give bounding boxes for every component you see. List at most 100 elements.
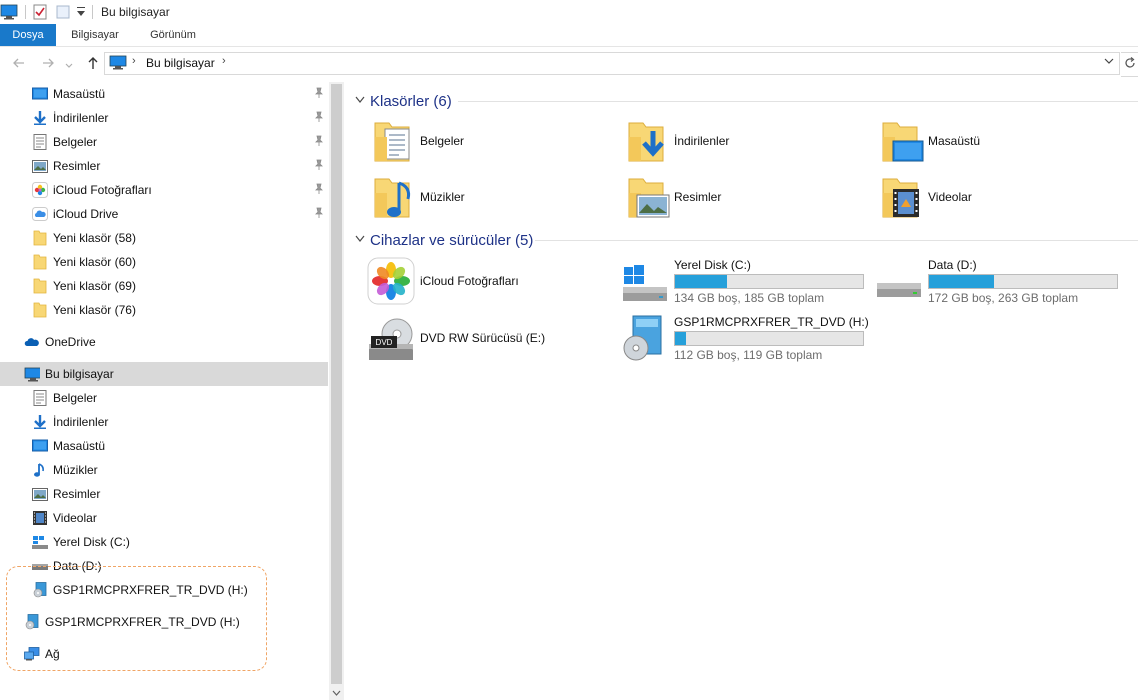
sidebar-item-desktop[interactable]: Masaüstü bbox=[0, 82, 328, 106]
pin-icon[interactable] bbox=[314, 111, 324, 123]
tile-label: DVD RW Sürücüsü (E:) bbox=[420, 331, 546, 345]
icloud-drive-icon bbox=[32, 206, 48, 222]
breadcrumb-this-pc[interactable]: Bu bilgisayar bbox=[146, 56, 215, 70]
sidebar-item-new-folder-76[interactable]: Yeni klasör (76) bbox=[0, 298, 328, 322]
tab-computer[interactable]: Bilgisayar bbox=[58, 24, 132, 46]
folder-tile-videos[interactable]: Videolar bbox=[879, 173, 1109, 223]
breadcrumb-chevron-icon[interactable]: › bbox=[132, 55, 136, 67]
sidebar-item-documents[interactable]: Belgeler bbox=[0, 130, 328, 154]
pictures-icon bbox=[32, 486, 48, 502]
sidebar-item-icloud-photos[interactable]: iCloud Fotoğrafları bbox=[0, 178, 328, 202]
refresh-icon bbox=[1124, 57, 1135, 68]
sidebar-item-pc-desktop[interactable]: Masaüstü bbox=[0, 434, 328, 458]
sidebar-item-pc-pictures[interactable]: Resimler bbox=[0, 482, 328, 506]
pin-icon[interactable] bbox=[314, 87, 324, 99]
drive-space-text: 172 GB boş, 263 GB toplam bbox=[928, 291, 1079, 305]
back-arrow-icon bbox=[13, 58, 24, 68]
windows-drive-icon bbox=[623, 265, 667, 301]
device-tile-dvd-rw-e[interactable]: DVD DVD RW Sürücüsü (E:) bbox=[367, 314, 607, 364]
sidebar-item-label: Resimler bbox=[53, 159, 101, 173]
sidebar-item-pc-documents[interactable]: Belgeler bbox=[0, 386, 328, 410]
desktop-icon bbox=[32, 86, 48, 102]
up-button[interactable] bbox=[85, 56, 101, 72]
sidebar-item-label: İndirilenler bbox=[53, 111, 109, 125]
sidebar-item-pc-downloads[interactable]: İndirilenler bbox=[0, 410, 328, 434]
scroll-down-icon[interactable] bbox=[330, 689, 343, 700]
tile-label: Resimler bbox=[674, 190, 722, 204]
drive-usage-bar bbox=[674, 331, 864, 346]
sidebar-item-local-disk-c[interactable]: Yerel Disk (C:) bbox=[0, 530, 328, 554]
collapse-chevron-icon[interactable] bbox=[355, 96, 365, 107]
device-tile-data-d[interactable]: Data (D:) 172 GB boş, 263 GB toplam bbox=[875, 257, 1135, 307]
folder-icon bbox=[32, 230, 48, 246]
sidebar-item-new-folder-60[interactable]: Yeni klasör (60) bbox=[0, 250, 328, 274]
device-tile-icloud-photos[interactable]: iCloud Fotoğrafları bbox=[367, 257, 597, 307]
drive-usage-fill bbox=[675, 332, 687, 345]
group-title: Klasörler (6) bbox=[370, 92, 452, 110]
sidebar-item-label: Yeni klasör (60) bbox=[53, 255, 136, 269]
pin-icon[interactable] bbox=[314, 135, 324, 147]
devices-group-header[interactable]: Cihazlar ve sürücüler (5) bbox=[355, 230, 533, 250]
customize-toolbar-icon[interactable] bbox=[76, 6, 86, 18]
downloads-folder-icon bbox=[628, 122, 664, 162]
forward-button[interactable] bbox=[40, 56, 56, 72]
breadcrumb-chevron-icon[interactable]: › bbox=[222, 55, 226, 67]
drive-space-text: 134 GB boş, 185 GB toplam bbox=[674, 291, 825, 305]
tile-label: Videolar bbox=[928, 190, 972, 204]
refresh-button[interactable] bbox=[1121, 52, 1138, 77]
address-bar[interactable]: › Bu bilgisayar › bbox=[104, 52, 1120, 75]
tile-label: Belgeler bbox=[420, 134, 465, 148]
properties-icon[interactable] bbox=[33, 4, 47, 20]
device-tile-local-disk-c[interactable]: Yerel Disk (C:) 134 GB boş, 185 GB topla… bbox=[621, 257, 871, 307]
folders-group-header[interactable]: Klasörler (6) bbox=[355, 91, 452, 111]
documents-icon bbox=[32, 390, 48, 406]
drive-icon bbox=[877, 283, 921, 297]
sidebar-item-label: Bu bilgisayar bbox=[45, 367, 114, 381]
folder-tile-downloads[interactable]: İndirilenler bbox=[625, 117, 855, 167]
pin-icon[interactable] bbox=[314, 183, 324, 195]
music-icon bbox=[32, 462, 48, 478]
pictures-icon bbox=[32, 158, 48, 174]
sidebar-item-label: Müzikler bbox=[53, 463, 98, 477]
sidebar-scroll-thumb[interactable] bbox=[331, 84, 342, 684]
tab-view[interactable]: Görünüm bbox=[138, 24, 208, 46]
recent-locations-button[interactable] bbox=[64, 58, 74, 74]
tile-label: Yerel Disk (C:) bbox=[674, 258, 751, 272]
tile-label: Data (D:) bbox=[928, 258, 977, 272]
sidebar-item-onedrive[interactable]: OneDrive bbox=[0, 330, 328, 354]
pin-icon[interactable] bbox=[314, 207, 324, 219]
sidebar-item-pc-music[interactable]: Müzikler bbox=[0, 458, 328, 482]
back-button[interactable] bbox=[11, 56, 27, 72]
drive-usage-fill bbox=[675, 275, 727, 288]
computer-icon bbox=[0, 4, 18, 20]
tab-file[interactable]: Dosya bbox=[0, 24, 56, 46]
sidebar-item-this-pc[interactable]: Bu bilgisayar bbox=[0, 362, 328, 386]
sidebar-item-label: OneDrive bbox=[45, 335, 96, 349]
sidebar-item-label: Yeni klasör (58) bbox=[53, 231, 136, 245]
folder-tile-documents[interactable]: Belgeler bbox=[371, 117, 601, 167]
sidebar-item-downloads[interactable]: İndirilenler bbox=[0, 106, 328, 130]
sidebar-item-new-folder-58[interactable]: Yeni klasör (58) bbox=[0, 226, 328, 250]
folder-tile-pictures[interactable]: Resimler bbox=[625, 173, 855, 223]
device-tile-dvd-h[interactable]: GSP1RMCPRXFRER_TR_DVD (H:) 112 GB boş, 1… bbox=[621, 314, 871, 364]
sidebar-item-new-folder-69[interactable]: Yeni klasör (69) bbox=[0, 274, 328, 298]
sidebar-item-pictures[interactable]: Resimler bbox=[0, 154, 328, 178]
music-folder-icon bbox=[374, 178, 411, 218]
folder-tile-music[interactable]: Müzikler bbox=[371, 173, 601, 223]
sidebar-item-icloud-drive[interactable]: iCloud Drive bbox=[0, 202, 328, 226]
new-folder-icon[interactable] bbox=[56, 4, 70, 20]
pin-icon[interactable] bbox=[314, 159, 324, 171]
download-icon bbox=[32, 414, 48, 430]
windows-drive-icon bbox=[32, 534, 48, 550]
address-dropdown-icon[interactable] bbox=[1103, 55, 1115, 70]
collapse-chevron-icon[interactable] bbox=[355, 235, 365, 246]
sidebar-item-pc-videos[interactable]: Videolar bbox=[0, 506, 328, 530]
sidebar-item-label: Masaüstü bbox=[53, 439, 106, 453]
group-title: Cihazlar ve sürücüler (5) bbox=[370, 231, 534, 249]
tile-label: Müzikler bbox=[420, 190, 465, 204]
drive-usage-bar bbox=[928, 274, 1118, 289]
folder-tile-desktop[interactable]: Masaüstü bbox=[879, 117, 1109, 167]
sidebar-item-label: Yeni klasör (69) bbox=[53, 279, 136, 293]
sidebar-item-label: Videolar bbox=[53, 511, 97, 525]
computer-icon bbox=[109, 55, 127, 73]
